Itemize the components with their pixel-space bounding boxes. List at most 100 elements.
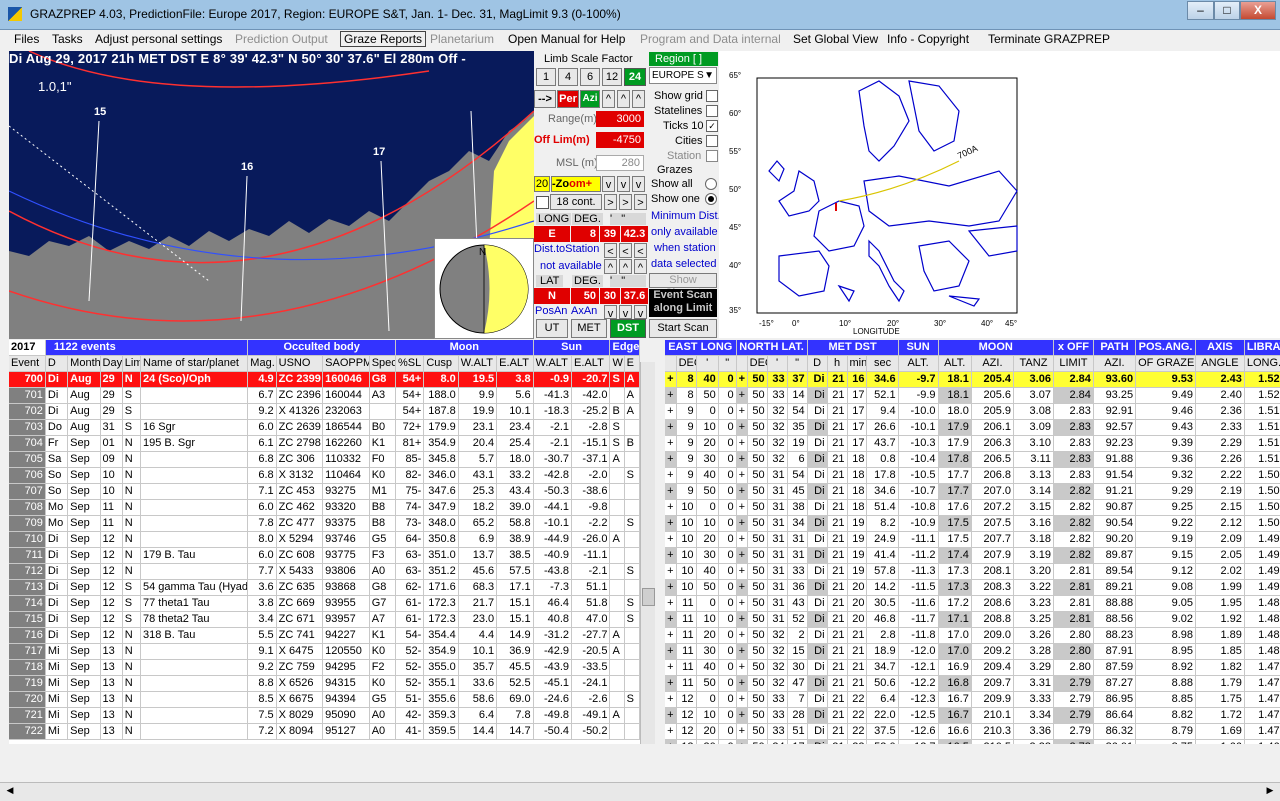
per-button[interactable]: Per — [557, 90, 579, 108]
show-one-radio[interactable] — [705, 193, 717, 205]
graze-col-header[interactable]: ANGLE — [1195, 355, 1245, 372]
up-arrow-button-3[interactable]: ^ — [632, 90, 645, 108]
events-col-header[interactable]: E.ALT — [496, 355, 534, 372]
event-row[interactable]: 712 Di Sep 12 N 7.7 X 5433 93806 A0 63- 351.2 45.6 5… — [9, 563, 640, 580]
left-arrow-button-1[interactable]: < — [604, 243, 617, 258]
graze-col-header[interactable]: ALT. — [898, 355, 939, 372]
up-arrow-button-1[interactable]: ^ — [602, 90, 615, 108]
menu-files[interactable]: Files — [14, 32, 39, 46]
start-scan-button[interactable]: Start Scan — [649, 319, 717, 338]
events-col-header[interactable]: Month — [67, 355, 101, 372]
events-col-header[interactable]: E.ALT — [571, 355, 611, 372]
graze-col-header[interactable]: " — [787, 355, 808, 372]
graze-row[interactable]: +10 10 0 +50 31 34 Di 21 19 8.2 -10.9 17.5 207.5 3.16… — [665, 515, 1280, 532]
long-minutes[interactable]: 39 — [600, 226, 620, 242]
lat-hemisphere[interactable]: N — [534, 288, 570, 304]
graze-row[interactable]: +10 20 0 +50 31 31 Di 21 19 24.9 -11.1 17.5 207.7 3.1… — [665, 531, 1280, 548]
down-arrow-button-6[interactable]: v — [634, 305, 647, 320]
graze-row[interactable]: +9 10 0 +50 32 35 Di 21 17 26.6 -10.1 17.9 206.1 3.09… — [665, 419, 1280, 436]
events-col-header[interactable]: D — [45, 355, 69, 372]
cities-checkbox[interactable] — [706, 135, 718, 147]
right-arrow-button-2[interactable]: > — [619, 194, 632, 210]
graze-row[interactable]: +10 50 0 +50 31 36 Di 21 20 14.2 -11.5 17.3 208.3 3.2… — [665, 579, 1280, 596]
maximize-button[interactable]: □ — [1214, 1, 1240, 20]
msl-input[interactable]: 280 — [596, 155, 644, 171]
menu-adjust-settings[interactable]: Adjust personal settings — [95, 32, 222, 46]
event-row[interactable]: 719 Mi Sep 13 N 8.8 X 6526 94315 K0 52- 355.1 33.6 5… — [9, 675, 640, 692]
menu-program-data[interactable]: Program and Data internal — [640, 32, 781, 46]
posan-label[interactable]: PosAn — [535, 305, 567, 317]
graze-col-header[interactable]: ALT. — [938, 355, 972, 372]
up-arrow-button-2[interactable]: ^ — [617, 90, 630, 108]
show-grid-checkbox[interactable] — [706, 90, 718, 102]
zoom-value[interactable]: 20 — [534, 176, 550, 192]
graze-col-header[interactable] — [736, 355, 748, 372]
events-col-header[interactable]: W.ALT — [533, 355, 573, 372]
menu-tasks[interactable]: Tasks — [52, 32, 83, 46]
down-arrow-button-5[interactable]: v — [619, 305, 632, 320]
scroll-left-icon[interactable]: ◀ — [4, 785, 16, 798]
event-row[interactable]: 709 Mo Sep 11 N 7.8 ZC 477 93375 B8 73- 348.0 65.2 5… — [9, 515, 640, 532]
right-arrow-button-3[interactable]: > — [634, 194, 647, 210]
events-table[interactable]: 2017 1122 events Occulted body Moon Sun … — [9, 340, 640, 744]
event-row[interactable]: 720 Mi Sep 13 N 8.5 X 6675 94394 G5 51- 355.6 58.6 6… — [9, 691, 640, 708]
region-map[interactable]: 65° 60° 55° 50° 45° 40° 35° -15° 0° 10° … — [719, 51, 1280, 338]
menu-info-copyright[interactable]: Info - Copyright — [887, 32, 969, 46]
statelines-checkbox[interactable] — [706, 105, 718, 117]
long-seconds[interactable]: 42.3 — [621, 226, 648, 242]
graze-details-table[interactable]: EAST LONG NORTH LAT. MET DST SUN MOON x … — [665, 340, 1280, 744]
event-scan-button[interactable]: Event Scan along Limit — [649, 289, 717, 317]
graze-row[interactable]: +11 0 0 +50 31 43 Di 21 20 30.5 -11.6 17.2 208.6 3.23… — [665, 595, 1280, 612]
event-row[interactable]: 708 Mo Sep 11 N 6.0 ZC 462 93320 B8 74- 347.9 18.2 3… — [9, 499, 640, 516]
station-checkbox[interactable] — [706, 150, 718, 162]
graze-row[interactable]: +9 20 0 +50 32 19 Di 21 17 43.7 -10.3 17.9 206.3 3.10… — [665, 435, 1280, 452]
event-row[interactable]: 717 Mi Sep 13 N 9.1 X 6475 120550 K0 52- 354.9 10.1… — [9, 643, 640, 660]
scale-button-12[interactable]: 12 — [602, 68, 622, 86]
up-arrow-button-6[interactable]: ^ — [634, 259, 647, 274]
minimize-button[interactable]: – — [1187, 1, 1214, 20]
events-scroll-thumb[interactable] — [642, 588, 655, 606]
zoom-plus-button[interactable]: om+ — [569, 178, 592, 190]
events-col-header[interactable]: Cusp — [423, 355, 459, 372]
region-select[interactable]: EUROPE S ▼ — [649, 67, 717, 84]
graze-row[interactable]: +9 0 0 +50 32 54 Di 21 17 9.4 -10.0 18.0 205.9 3.08 2.… — [665, 403, 1280, 420]
events-col-header[interactable]: W.ALT — [458, 355, 498, 372]
graze-row[interactable]: +11 50 0 +50 32 47 Di 21 21 50.6 -12.2 16.8 209.7 3.3… — [665, 675, 1280, 692]
menu-open-manual[interactable]: Open Manual for Help — [508, 32, 625, 46]
graze-col-header[interactable]: DEG — [747, 355, 768, 372]
events-col-header[interactable]: E — [624, 355, 640, 372]
menu-terminate[interactable]: Terminate GRAZPREP — [988, 32, 1110, 46]
menu-set-global-view[interactable]: Set Global View — [793, 32, 878, 46]
lat-degrees[interactable]: 50 — [571, 288, 599, 304]
graze-col-header[interactable]: ' — [696, 355, 719, 372]
off-limit-input[interactable]: -4750 — [596, 132, 644, 148]
lat-minutes[interactable]: 30 — [600, 288, 620, 304]
zoom-minus-button[interactable]: -Zo — [552, 178, 569, 190]
left-arrow-button-3[interactable]: < — [634, 243, 647, 258]
graze-col-header[interactable]: " — [718, 355, 737, 372]
long-degrees[interactable]: 8 — [571, 226, 599, 242]
event-row[interactable]: 707 So Sep 10 N 7.1 ZC 453 93275 M1 75- 347.6 25.3 4… — [9, 483, 640, 500]
events-col-header[interactable]: SAOPPM — [322, 355, 370, 372]
event-row[interactable]: 718 Mi Sep 13 N 9.2 ZC 759 94295 F2 52- 355.0 35.7 4… — [9, 659, 640, 676]
graze-row[interactable]: +8 40 0 +50 33 37 Di 21 16 34.6 -9.7 18.1 205.4 3.06 2… — [665, 371, 1280, 388]
left-arrow-button-2[interactable]: < — [619, 243, 632, 258]
graze-col-header[interactable]: LONG. — [1244, 355, 1280, 372]
events-col-header[interactable]: Day — [100, 355, 123, 372]
graze-row[interactable]: +12 0 0 +50 33 7 Di 21 22 6.4 -12.3 16.7 209.9 3.33 2.… — [665, 691, 1280, 708]
up-arrow-button-5[interactable]: ^ — [619, 259, 632, 274]
graze-row[interactable]: +9 30 0 +50 32 6 Di 21 18 0.8 -10.4 17.8 206.5 3.11 2.… — [665, 451, 1280, 468]
show-all-radio[interactable] — [705, 178, 717, 190]
contours-button[interactable]: 18 cont. — [550, 194, 602, 210]
menu-graze-reports[interactable]: Graze Reports — [340, 31, 427, 47]
event-row[interactable]: 716 Di Sep 12 N 318 B. Tau 5.5 ZC 741 94227 K1 54-… — [9, 627, 640, 644]
down-arrow-button-4[interactable]: v — [604, 305, 617, 320]
graze-row[interactable]: +11 40 0 +50 32 30 Di 21 21 34.7 -12.1 16.9 209.4 3.2… — [665, 659, 1280, 676]
scroll-right-icon[interactable]: ▶ — [1264, 785, 1276, 798]
menu-prediction-output[interactable]: Prediction Output — [235, 32, 328, 46]
event-row[interactable]: 703 Do Aug 31 S 16 Sgr 6.0 ZC 2639 186544 B0 72+ 17… — [9, 419, 640, 436]
graze-col-header[interactable]: min — [847, 355, 868, 372]
graze-col-header[interactable]: h — [827, 355, 848, 372]
graze-row[interactable]: +8 50 0 +50 33 14 Di 21 17 52.1 -9.9 18.1 205.6 3.07 2… — [665, 387, 1280, 404]
menu-planetarium[interactable]: Planetarium — [430, 32, 494, 46]
